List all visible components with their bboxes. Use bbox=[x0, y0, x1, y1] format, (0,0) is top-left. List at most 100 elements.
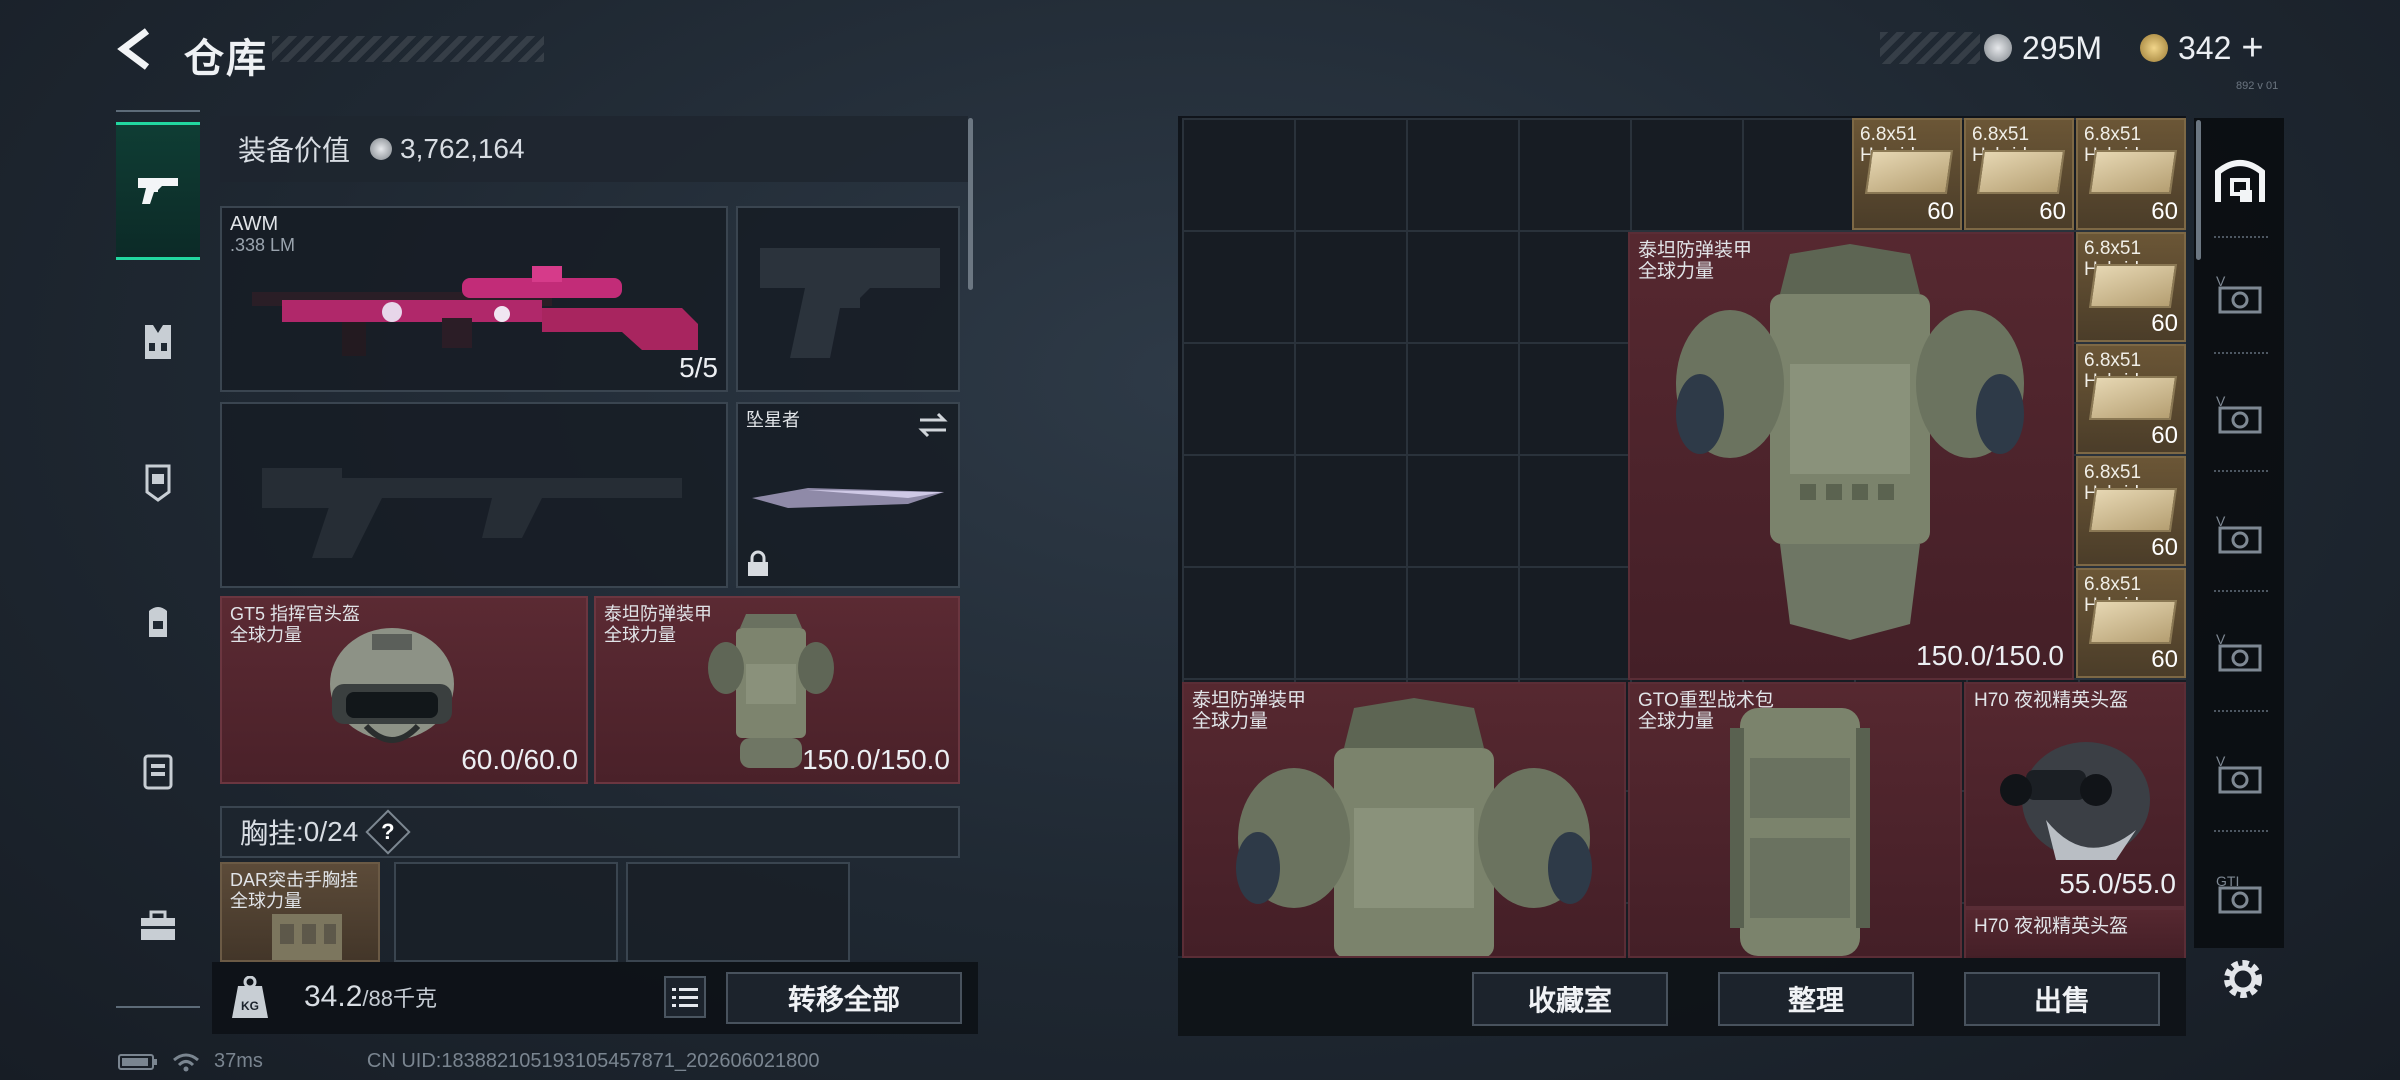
toolbox-icon bbox=[141, 910, 175, 940]
chest-rig-empty-slot[interactable] bbox=[626, 862, 850, 962]
weight-current: 34.2 bbox=[304, 980, 363, 1013]
secondary-weapon-slot[interactable] bbox=[736, 206, 960, 392]
swap-icon[interactable] bbox=[918, 412, 948, 438]
list-view-button[interactable] bbox=[664, 976, 706, 1018]
weapon-ammo-count: 5/5 bbox=[679, 352, 718, 383]
tab-separator bbox=[2214, 352, 2268, 354]
silver-coin-icon bbox=[370, 138, 393, 160]
currency-silver-value: 295M bbox=[2022, 29, 2103, 66]
armor-durability: 150.0/150.0 bbox=[1916, 640, 2064, 671]
primary-weapon-slot[interactable]: AWM .338 LM 5/5 bbox=[220, 206, 728, 392]
lock-icon bbox=[748, 550, 768, 576]
chest-rig-capacity: 0/24 bbox=[303, 816, 359, 847]
currency-gold-value: 342 bbox=[2178, 29, 2232, 66]
pistol-silhouette-icon bbox=[760, 248, 940, 358]
gold-coin-icon bbox=[2140, 34, 2168, 62]
ammo-item[interactable]: 6.8x51Hybrid 60 bbox=[2076, 344, 2186, 454]
ping-readout: 37ms bbox=[214, 1050, 263, 1072]
storage-tab-3[interactable]: V bbox=[2210, 504, 2270, 564]
ammo-caliber: 6.8x51 bbox=[1860, 124, 1918, 145]
helmet-durability: 60.0/60.0 bbox=[461, 744, 578, 775]
storage-tab-home[interactable] bbox=[2210, 150, 2270, 210]
chest-rig-item[interactable]: DAR突击手胸挂 全球力量 bbox=[220, 862, 380, 962]
chest-rig-separator: : bbox=[296, 816, 304, 847]
awm-rifle-image bbox=[252, 266, 698, 356]
nav-toolbox[interactable] bbox=[116, 886, 200, 966]
rifle-silhouette-icon bbox=[262, 468, 682, 558]
currency-silver: 295M bbox=[1984, 26, 2102, 70]
nav-case[interactable] bbox=[116, 730, 200, 810]
nav-weapons[interactable] bbox=[116, 122, 200, 260]
armor-name: 泰坦防弹装甲 bbox=[604, 604, 712, 624]
weight-kg-icon: KG bbox=[232, 976, 268, 1018]
tab-separator bbox=[2214, 470, 2268, 472]
armor-brand: 全球力量 bbox=[604, 625, 676, 645]
storage-tab-2[interactable]: V bbox=[2210, 384, 2270, 444]
storage-backpack-item[interactable]: GTO重型战术包 全球力量 bbox=[1628, 682, 1962, 958]
left-category-nav bbox=[116, 110, 200, 1008]
storage-box-icon: V bbox=[2216, 631, 2262, 672]
rifle-slot[interactable] bbox=[220, 402, 728, 588]
ammo-item[interactable]: 6.8x51Hybrid 60 bbox=[1964, 118, 2074, 230]
list-icon bbox=[672, 988, 698, 1007]
weapon-name: AWM bbox=[230, 213, 279, 235]
storage-tabs-scrollbar[interactable] bbox=[2196, 120, 2201, 260]
helmet-slot[interactable]: GT5 指挥官头盔 全球力量 60.0/60.0 bbox=[220, 596, 588, 784]
organize-button[interactable]: 整理 bbox=[1718, 972, 1914, 1026]
storage-helmet-item[interactable]: H70 夜视精英头盔 bbox=[1964, 908, 2186, 958]
chest-rig-empty-slot[interactable] bbox=[394, 862, 618, 962]
chest-rig-item-name: DAR突击手胸挂 bbox=[230, 870, 359, 890]
storage-armor-item[interactable]: 泰坦防弹装甲 全球力量 150.0/150.0 bbox=[1628, 232, 2074, 680]
storage-tab-4[interactable]: V bbox=[2210, 622, 2270, 682]
ammo-item[interactable]: 6.8x51Hybrid 60 bbox=[2076, 456, 2186, 566]
ammo-item[interactable]: 6.8x51Hybrid 60 bbox=[2076, 232, 2186, 342]
currency-gold[interactable]: 342 + bbox=[2140, 26, 2264, 70]
armor-durability: 150.0/150.0 bbox=[802, 744, 950, 775]
pistol-icon bbox=[138, 178, 178, 204]
storage-tab-1[interactable]: V bbox=[2210, 264, 2270, 324]
melee-name: 坠星者 bbox=[746, 410, 800, 430]
warehouse-icon bbox=[2215, 160, 2265, 202]
tab-separator bbox=[2214, 830, 2268, 832]
ammo-count: 60 bbox=[2151, 646, 2178, 673]
transfer-all-button[interactable]: 转移全部 bbox=[726, 972, 962, 1024]
storage-armor-item[interactable]: 泰坦防弹装甲 全球力量 bbox=[1182, 682, 1626, 958]
weight-max: /88千克 bbox=[362, 986, 437, 1011]
tab-separator bbox=[2214, 710, 2268, 712]
ammo-item[interactable]: 6.8x51Hybrid 60 bbox=[2076, 118, 2186, 230]
collection-room-button[interactable]: 收藏室 bbox=[1472, 972, 1668, 1026]
nav-backpack[interactable] bbox=[116, 582, 200, 662]
nav-armor[interactable] bbox=[116, 442, 200, 522]
storage-box-icon: V bbox=[2216, 393, 2262, 434]
ammo-caliber: 6.8x51 bbox=[2084, 462, 2142, 483]
sell-button[interactable]: 出售 bbox=[1964, 972, 2160, 1026]
backpack-image bbox=[1730, 708, 1870, 956]
storage-helmet-item[interactable]: H70 夜视精英头盔 55.0/55.0 bbox=[1964, 682, 2186, 908]
storage-tab-6[interactable]: GTI bbox=[2210, 864, 2270, 924]
ammo-count: 60 bbox=[2151, 534, 2178, 561]
melee-slot[interactable]: 坠星者 bbox=[736, 402, 960, 588]
storage-box-icon: V bbox=[2216, 753, 2262, 794]
nav-vest[interactable] bbox=[116, 302, 200, 382]
ammo-box-image bbox=[2088, 150, 2178, 194]
armor-slot[interactable]: 泰坦防弹装甲 全球力量 150.0/150.0 bbox=[594, 596, 960, 784]
loadout-scrollbar[interactable] bbox=[968, 118, 973, 290]
ammo-caliber: 6.8x51 bbox=[2084, 574, 2142, 595]
ammo-box-image bbox=[1976, 150, 2066, 194]
back-button[interactable] bbox=[112, 24, 158, 74]
ammo-item[interactable]: 6.8x51Hybrid 60 bbox=[1852, 118, 1962, 230]
ammo-caliber: 6.8x51 bbox=[1972, 124, 2030, 145]
ammo-item[interactable]: 6.8x51Hybrid 60 bbox=[2076, 568, 2186, 678]
silver-coin-icon bbox=[1984, 34, 2012, 62]
storage-box-icon: V bbox=[2216, 513, 2262, 554]
tab-separator bbox=[2214, 590, 2268, 592]
ammo-box-image bbox=[2088, 264, 2178, 308]
currency-add-icon[interactable]: + bbox=[2241, 27, 2263, 70]
status-bar: 37ms CN UID:183882105193105457871_202606… bbox=[118, 1050, 820, 1073]
storage-tab-5[interactable]: V bbox=[2210, 744, 2270, 804]
settings-button[interactable] bbox=[2216, 952, 2270, 1006]
ammo-count: 60 bbox=[1927, 198, 1954, 225]
ammo-box-image bbox=[2088, 600, 2178, 644]
help-icon[interactable]: ? bbox=[365, 809, 411, 855]
knife-image bbox=[752, 488, 944, 508]
